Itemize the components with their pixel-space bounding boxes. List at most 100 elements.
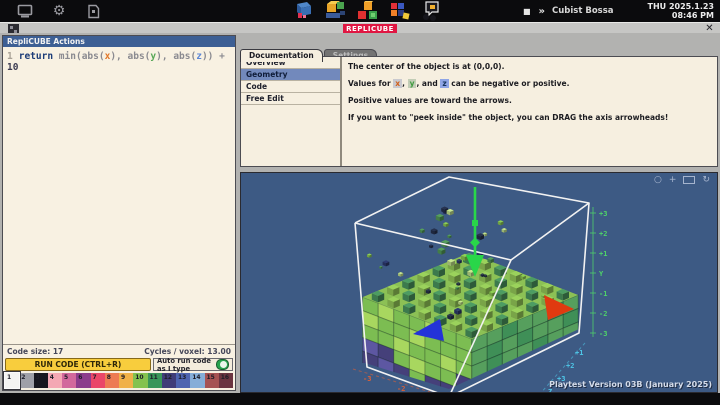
palette-swatch-number: 5 bbox=[64, 374, 68, 381]
app-icon-builder[interactable] bbox=[324, 1, 348, 21]
reset-rotation-icon[interactable]: ↻ bbox=[702, 175, 710, 185]
palette-swatch-number: 2 bbox=[21, 374, 25, 381]
doc-tabs: DocumentationSettings bbox=[240, 43, 718, 56]
app-icon-puzzle[interactable] bbox=[388, 1, 412, 21]
music-next-icon[interactable]: » bbox=[539, 6, 544, 17]
taskbar: ⚙ ■ » Cubist Bossa bbox=[0, 0, 720, 22]
run-code-button[interactable]: RUN CODE (CTRL+R) bbox=[5, 358, 151, 371]
svg-text:+2: +2 bbox=[566, 362, 574, 370]
palette-swatch-number: 1 bbox=[7, 374, 11, 381]
main-area: RepliCUBE Actions 1return min(abs(x), ab… bbox=[0, 33, 720, 393]
window-tab-bar: REPLICUBE ✕ bbox=[0, 22, 720, 33]
app-icon-replicube[interactable] bbox=[356, 1, 380, 21]
bottom-bar bbox=[0, 393, 720, 405]
palette-swatch-6[interactable]: 6 bbox=[76, 373, 90, 388]
editor-button-row: RUN CODE (CTRL+R) Auto run code as I typ… bbox=[3, 357, 235, 372]
code-token: abs bbox=[128, 51, 145, 62]
code-token: )) bbox=[202, 51, 219, 62]
palette-swatch-9[interactable]: 9 bbox=[119, 373, 133, 388]
palette-swatch-number: 14 bbox=[192, 374, 200, 381]
editor-title-bar[interactable]: RepliCUBE Actions bbox=[3, 36, 235, 47]
zoom-plus-icon[interactable]: + bbox=[669, 175, 677, 185]
palette-swatch-number: 10 bbox=[135, 374, 143, 381]
code-editor[interactable]: 1return min(abs(x), abs(y), abs(z)) + 10 bbox=[3, 47, 235, 344]
viewport-scene: +3+2+1Y-1-2-3+1+2+3Z-3-2 bbox=[241, 173, 718, 393]
tab-documentation[interactable]: Documentation bbox=[240, 49, 323, 62]
palette-swatch-13[interactable]: 13 bbox=[176, 373, 190, 388]
palette-swatch-number: 13 bbox=[178, 374, 186, 381]
settings-gear-icon[interactable]: ⚙ bbox=[50, 3, 68, 19]
editor-status-row: Code size: 17 Cycles / voxel: 13.00 bbox=[3, 344, 235, 357]
palette-swatch-5[interactable]: 5 bbox=[62, 373, 76, 388]
svg-text:+1: +1 bbox=[599, 250, 607, 258]
doc-paragraph: Values for x, y, and z can be negative o… bbox=[348, 79, 711, 88]
doc-text: The center of the object is at (0,0,0). V… bbox=[342, 57, 717, 166]
palette-swatch-number: 3 bbox=[36, 374, 40, 381]
doc-nav-code[interactable]: Code bbox=[241, 81, 340, 93]
focus-circle-icon[interactable]: ○ bbox=[654, 175, 662, 185]
svg-text:+1: +1 bbox=[575, 349, 583, 357]
clock-date: THU 2025.1.23 bbox=[648, 2, 714, 11]
svg-text:-2: -2 bbox=[397, 385, 405, 393]
palette-swatch-4[interactable]: 4 bbox=[48, 373, 62, 388]
viewport-toolbar: ○ + ↻ bbox=[654, 175, 710, 185]
palette-swatch-7[interactable]: 7 bbox=[91, 373, 105, 388]
viewport-3d[interactable]: +3+2+1Y-1-2-3+1+2+3Z-3-2 ○+↻ Playtest Ve… bbox=[240, 172, 718, 393]
doc-nav: OverviewGeometryCodeFree Edit bbox=[241, 57, 342, 166]
palette-swatch-16[interactable]: 16 bbox=[219, 373, 233, 388]
palette-swatch-11[interactable]: 11 bbox=[148, 373, 162, 388]
screenshot-icon[interactable] bbox=[683, 176, 695, 184]
clock: THU 2025.1.23 08:46 PM bbox=[648, 2, 716, 20]
file-icon[interactable] bbox=[84, 3, 102, 19]
line-number: 1 bbox=[7, 51, 13, 62]
palette-swatch-15[interactable]: 15 bbox=[205, 373, 219, 388]
code-token: 10 bbox=[7, 62, 18, 73]
code-token: ), bbox=[156, 51, 173, 62]
code-token: ), bbox=[110, 51, 127, 62]
code-token: abs bbox=[82, 51, 99, 62]
auto-run-label: Auto run code as I type bbox=[157, 357, 216, 373]
svg-text:-3: -3 bbox=[363, 375, 371, 383]
taskbar-system-icons: ⚙ bbox=[0, 3, 102, 19]
clock-time: 08:46 PM bbox=[648, 11, 714, 20]
screen: ⚙ ■ » Cubist Bossa bbox=[0, 0, 720, 405]
code-token: + bbox=[219, 51, 225, 62]
svg-text:-2: -2 bbox=[599, 310, 607, 318]
toggle-knob bbox=[220, 361, 227, 368]
svg-text:+3: +3 bbox=[599, 210, 607, 218]
doc-nav-free-edit[interactable]: Free Edit bbox=[241, 93, 340, 105]
auto-run-toggle[interactable] bbox=[216, 359, 229, 370]
palette-swatch-number: 7 bbox=[93, 374, 97, 381]
app-icon-console[interactable] bbox=[292, 1, 316, 21]
doc-paragraph: Positive values are toward the arrows. bbox=[348, 96, 711, 105]
music-stop-icon[interactable]: ■ bbox=[523, 7, 531, 16]
taskbar-app-icons bbox=[292, 1, 444, 21]
palette-swatch-10[interactable]: 10 bbox=[133, 373, 147, 388]
auto-run-group: Auto run code as I type bbox=[153, 358, 233, 371]
palette-swatch-number: 9 bbox=[121, 374, 125, 381]
app-icon-chat[interactable] bbox=[420, 1, 444, 21]
palette: 12345678910111213141516 bbox=[5, 373, 233, 388]
editor-window: RepliCUBE Actions 1return min(abs(x), ab… bbox=[2, 35, 236, 391]
palette-swatch-14[interactable]: 14 bbox=[190, 373, 204, 388]
code-line-tokens: return min(abs(x), abs(y), abs(z)) + 10 bbox=[7, 51, 225, 73]
code-token: return bbox=[19, 51, 59, 62]
palette-swatch-2[interactable]: 2 bbox=[19, 373, 33, 388]
palette-swatch-1[interactable]: 1 bbox=[5, 373, 19, 388]
palette-swatch-12[interactable]: 12 bbox=[162, 373, 176, 388]
cycles-label: Cycles / voxel: 13.00 bbox=[144, 347, 231, 356]
palette-swatch-3[interactable]: 3 bbox=[34, 373, 48, 388]
palette-swatch-number: 4 bbox=[50, 374, 54, 381]
version-label: Playtest Version 03B (January 2025) bbox=[549, 380, 712, 389]
svg-text:Y: Y bbox=[599, 270, 604, 278]
doc-nav-geometry[interactable]: Geometry bbox=[241, 69, 340, 81]
palette-swatch-number: 11 bbox=[150, 374, 158, 381]
palette-swatch-8[interactable]: 8 bbox=[105, 373, 119, 388]
palette-swatch-number: 16 bbox=[221, 374, 229, 381]
palette-swatch-number: 6 bbox=[78, 374, 82, 381]
palette-swatch-number: 8 bbox=[107, 374, 111, 381]
doc-paragraph: The center of the object is at (0,0,0). bbox=[348, 62, 711, 71]
svg-text:-1: -1 bbox=[599, 290, 607, 298]
code-size-label: Code size: 17 bbox=[7, 347, 63, 356]
computer-icon[interactable] bbox=[16, 3, 34, 19]
